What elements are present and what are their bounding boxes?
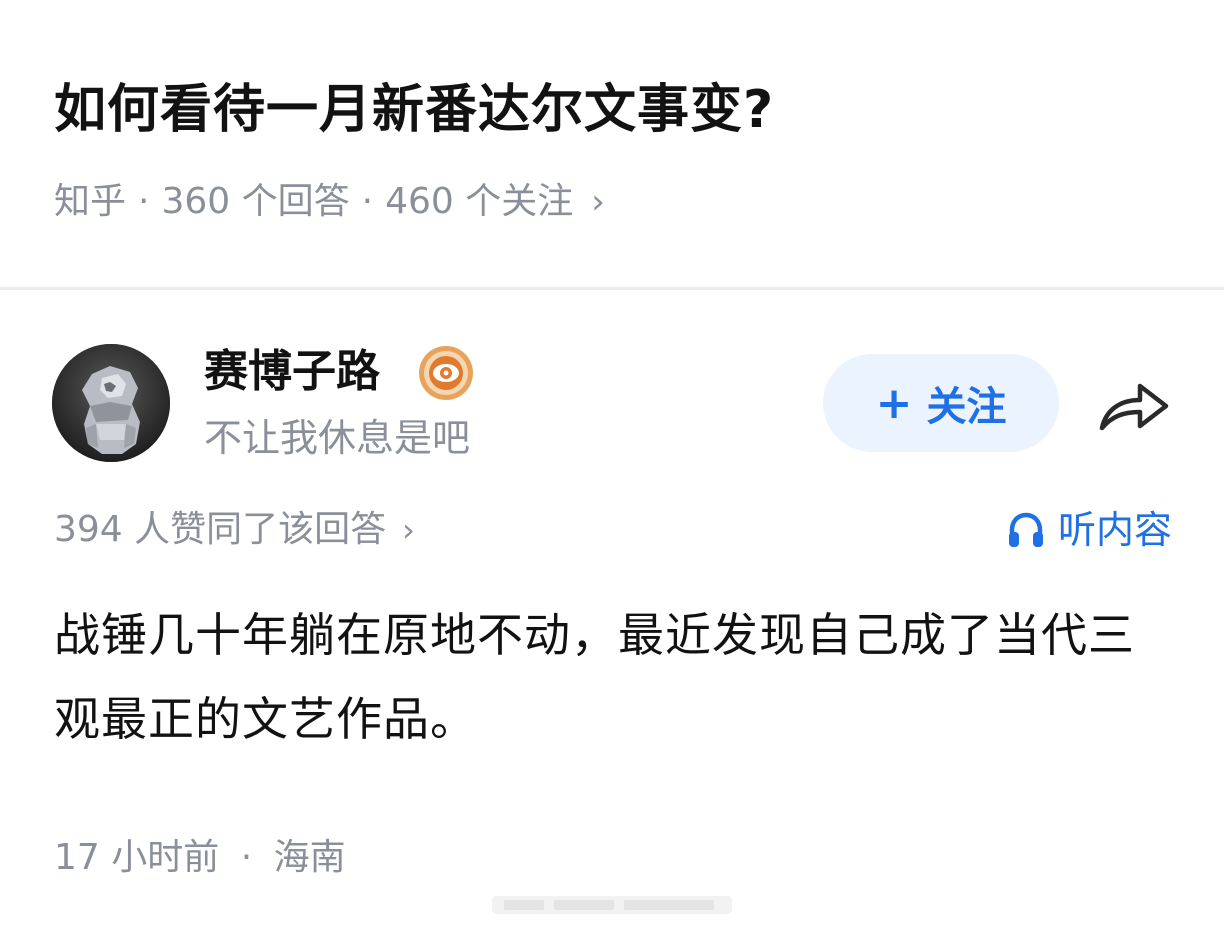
likes-text: 394 人赞同了该回答 (54, 509, 387, 550)
separator-dot: · (361, 181, 374, 222)
chevron-right-icon: › (402, 511, 415, 549)
source-label: 知乎 (54, 181, 127, 222)
section-divider (0, 287, 1224, 290)
share-arrow-icon[interactable] (1096, 376, 1172, 436)
question-meta[interactable]: 知乎 · 360 个回答 · 460 个关注 › (54, 176, 605, 228)
question-title[interactable]: 如何看待一月新番达尔文事变? (54, 72, 774, 148)
separator-dot: · (138, 181, 150, 222)
listen-button[interactable]: 听内容 (1006, 502, 1172, 558)
answer-time: 17 小时前 (54, 837, 220, 878)
author-bio: 不让我休息是吧 (204, 416, 471, 460)
follow-label: 关注 (926, 384, 1007, 430)
answer-footer: 17 小时前 · 海南 (54, 830, 346, 886)
watermark (492, 892, 732, 918)
achievement-badge-icon[interactable] (418, 345, 474, 401)
plus-icon: + (875, 377, 913, 429)
answer-location: 海南 (273, 837, 346, 878)
follow-button[interactable]: + 关注 (823, 354, 1059, 452)
separator-dot: · (240, 837, 253, 878)
answer-content[interactable]: 战锤几十年躺在原地不动，最近发现自己成了当代三观最正的文艺作品。 (54, 593, 1164, 761)
headphones-icon (1008, 512, 1043, 547)
answers-count: 360 个回答 (161, 181, 350, 222)
likes-count[interactable]: 394 人赞同了该回答 › (54, 502, 415, 558)
listen-label: 听内容 (1057, 508, 1172, 552)
author-avatar[interactable] (52, 344, 170, 462)
chevron-right-icon: › (591, 182, 605, 222)
author-name[interactable]: 赛博子路 (204, 342, 380, 402)
followers-count: 460 个关注 (385, 181, 574, 222)
